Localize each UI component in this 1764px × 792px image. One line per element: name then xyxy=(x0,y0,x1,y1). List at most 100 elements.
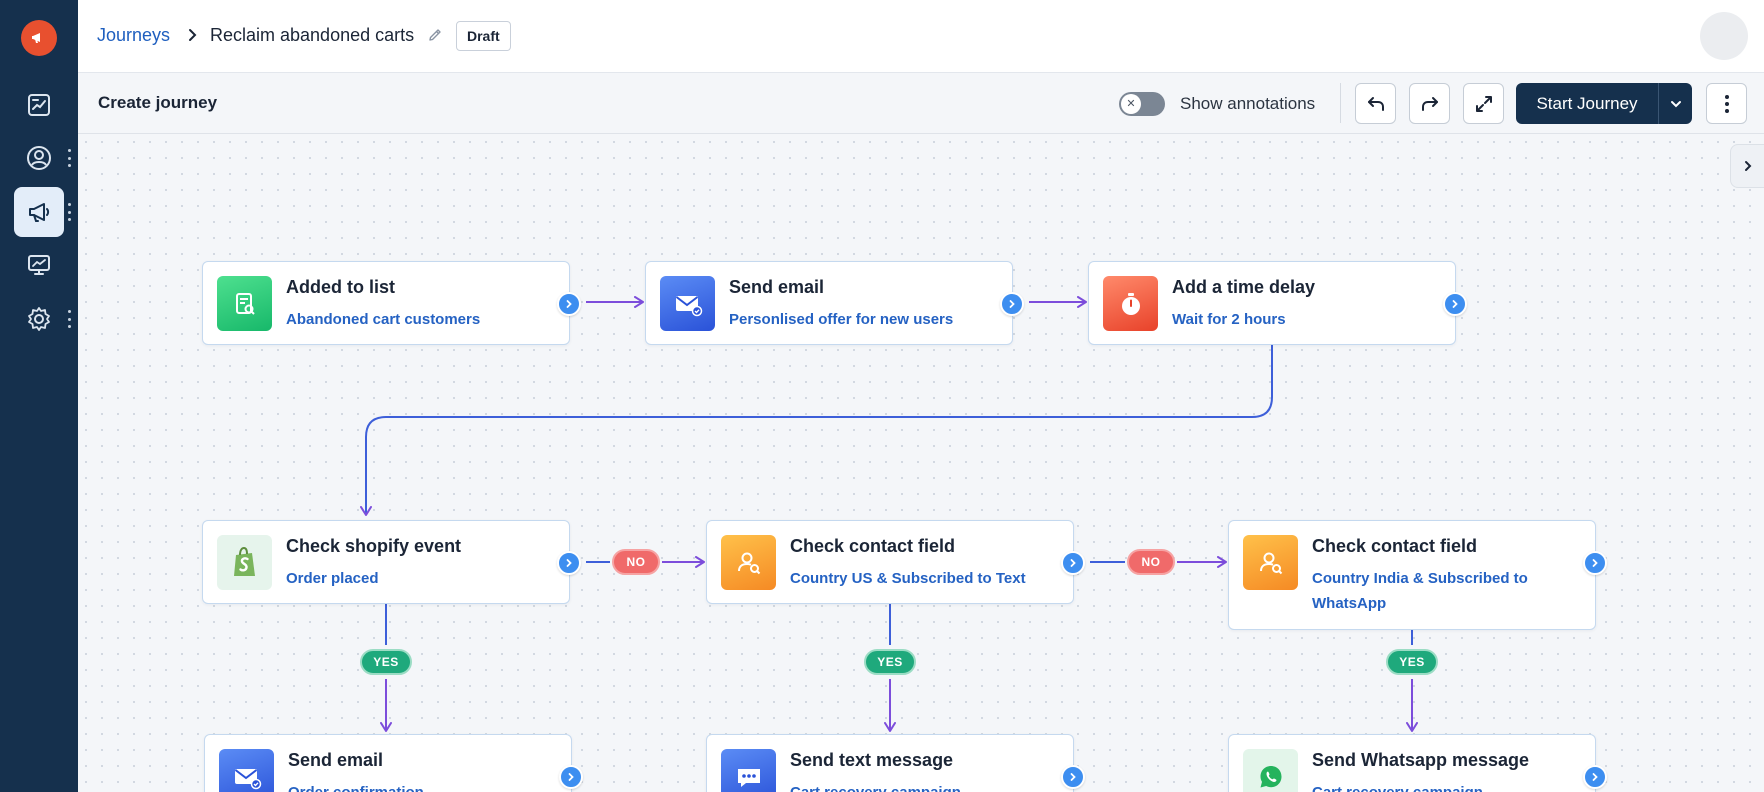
flow-connectors xyxy=(360,296,1418,732)
branch-yes-label: YES xyxy=(1386,649,1438,675)
journey-node-check-shopify[interactable]: Check shopify event Order placed xyxy=(202,520,581,604)
sidebar-item-settings[interactable] xyxy=(14,294,64,344)
report-icon xyxy=(28,94,50,116)
chevron-right-icon xyxy=(189,29,197,41)
stopwatch-icon xyxy=(1103,276,1158,331)
email-icon xyxy=(219,749,274,792)
chevron-right-icon xyxy=(1592,559,1598,567)
undo-button[interactable] xyxy=(1355,83,1396,124)
chevron-right-icon xyxy=(1070,773,1076,781)
node-title: Send email xyxy=(288,750,384,770)
sidebar-item-monitor[interactable] xyxy=(14,240,64,290)
node-title: Check contact field xyxy=(790,536,956,556)
status-badge: Draft xyxy=(456,21,511,51)
toolbar-divider xyxy=(1340,83,1341,123)
node-subtitle: Personlised offer for new users xyxy=(729,311,954,328)
node-title: Check contact field xyxy=(1312,536,1478,556)
node-subtitle: Order placed xyxy=(286,570,379,587)
redo-icon xyxy=(1421,96,1438,111)
node-subtitle: Cart recovery campaign xyxy=(1312,780,1575,792)
contacts-icon xyxy=(27,146,51,170)
sidebar-item-reports[interactable] xyxy=(14,80,64,130)
journey-node-time-delay[interactable]: Add a time delay Wait for 2 hours xyxy=(1088,261,1467,345)
chevron-right-icon xyxy=(566,300,572,308)
chevron-down-icon xyxy=(1670,100,1681,107)
node-subtitle: Abandoned cart customers xyxy=(286,311,481,328)
node-next-button[interactable] xyxy=(559,765,583,789)
chevron-right-icon xyxy=(568,773,574,781)
node-next-button[interactable] xyxy=(557,551,581,575)
journey-node-check-contact-us[interactable]: Check contact field Country US & Subscri… xyxy=(706,520,1085,604)
chevron-right-icon xyxy=(1009,300,1015,308)
node-subtitle: Country India & Subscribed to WhatsApp xyxy=(1312,570,1528,612)
sidebar-item-campaigns[interactable] xyxy=(14,187,64,237)
shopify-icon xyxy=(217,535,272,590)
list-search-icon xyxy=(217,276,272,331)
sidebar xyxy=(0,0,78,792)
expand-icon xyxy=(1475,95,1492,112)
node-next-button[interactable] xyxy=(1443,292,1467,316)
node-subtitle: Order confirmation xyxy=(288,780,551,792)
contact-search-icon xyxy=(1243,535,1298,590)
pencil-icon[interactable] xyxy=(427,27,443,43)
annotations-label: Show annotations xyxy=(1180,94,1316,113)
monitor-icon xyxy=(28,255,50,275)
chevron-right-icon xyxy=(1452,300,1458,308)
node-title: Check shopify event xyxy=(286,536,462,556)
node-title: Send email xyxy=(729,277,825,297)
node-subtitle: Country US & Subscribed to Text xyxy=(790,570,1026,587)
branch-yes-label: YES xyxy=(360,649,412,675)
undo-icon xyxy=(1367,96,1384,111)
journey-node-send-email-confirmation[interactable]: Send email Order confirmation xyxy=(204,734,583,792)
branch-yes-label: YES xyxy=(864,649,916,675)
chevron-right-icon xyxy=(1592,773,1598,781)
node-title: Send text message xyxy=(790,750,954,770)
start-options-button[interactable] xyxy=(1658,83,1692,124)
journey-toolbar: Create journey ✕ Show annotations Start … xyxy=(78,73,1764,134)
settings-more-icon[interactable] xyxy=(67,310,71,328)
node-next-button[interactable] xyxy=(1583,551,1607,575)
node-title: Added to list xyxy=(286,277,395,297)
journey-title: Reclaim abandoned carts xyxy=(210,25,415,45)
branch-no-label: NO xyxy=(1127,549,1175,575)
node-subtitle: Wait for 2 hours xyxy=(1172,311,1286,328)
chat-icon xyxy=(721,749,776,792)
journey-node-send-text[interactable]: Send text message Cart recovery campaign xyxy=(706,734,1085,792)
sidebar-item-contacts[interactable] xyxy=(14,133,64,183)
kebab-menu-icon xyxy=(1724,94,1729,113)
branch-no-label: NO xyxy=(612,549,660,575)
chevron-right-icon xyxy=(566,559,572,567)
toolbar-title: Create journey xyxy=(98,93,218,112)
start-journey-button[interactable]: Start Journey xyxy=(1516,83,1658,124)
journey-node-send-whatsapp[interactable]: Send Whatsapp message Cart recovery camp… xyxy=(1228,734,1607,792)
node-next-button[interactable] xyxy=(1061,551,1085,575)
fullscreen-button[interactable] xyxy=(1463,83,1504,124)
megaphone-icon xyxy=(29,203,50,222)
close-icon: ✕ xyxy=(1121,94,1141,114)
node-subtitle: Cart recovery campaign xyxy=(790,780,1053,792)
breadcrumb-journeys[interactable]: Journeys xyxy=(97,25,170,46)
whatsapp-icon xyxy=(1243,749,1298,792)
node-next-button[interactable] xyxy=(557,292,581,316)
node-next-button[interactable] xyxy=(1061,765,1085,789)
node-next-button[interactable] xyxy=(1000,292,1024,316)
redo-button[interactable] xyxy=(1409,83,1450,124)
page-header: Journeys Reclaim abandoned carts Draft xyxy=(78,0,1764,73)
journey-node-send-email[interactable]: Send email Personlised offer for new use… xyxy=(645,261,1024,345)
journey-node-check-contact-india[interactable]: Check contact field Country India & Subs… xyxy=(1228,520,1607,630)
email-icon xyxy=(660,276,715,331)
node-title: Add a time delay xyxy=(1172,277,1316,297)
settings-icon xyxy=(28,307,50,331)
chevron-right-icon xyxy=(1070,559,1076,567)
node-next-button[interactable] xyxy=(1583,765,1607,789)
more-options-button[interactable] xyxy=(1706,83,1747,124)
contact-search-icon xyxy=(721,535,776,590)
node-title: Send Whatsapp message xyxy=(1312,750,1530,770)
annotations-toggle[interactable]: ✕ xyxy=(1119,92,1165,116)
campaigns-more-icon[interactable] xyxy=(67,203,71,221)
journey-node-added-to-list[interactable]: Added to list Abandoned cart customers xyxy=(202,261,581,345)
contacts-more-icon[interactable] xyxy=(67,149,71,167)
brand-logo[interactable] xyxy=(21,20,57,56)
avatar[interactable] xyxy=(1700,12,1748,60)
journey-canvas[interactable]: Added to list Abandoned cart customers S… xyxy=(78,134,1764,792)
